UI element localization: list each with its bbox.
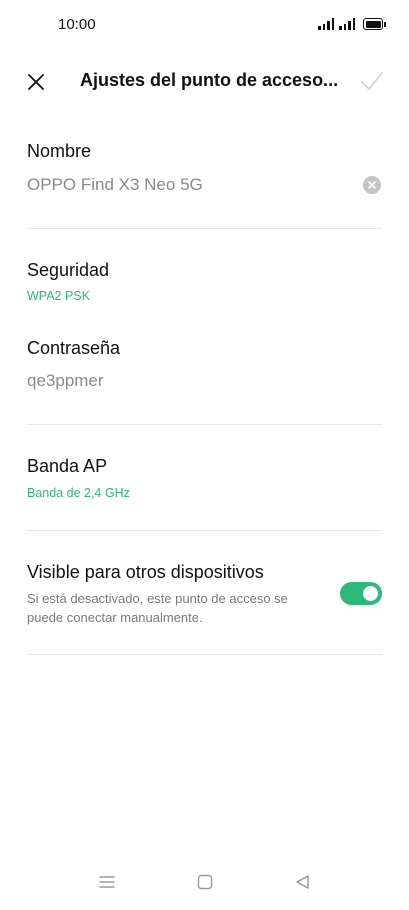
divider <box>27 530 382 531</box>
password-label: Contraseña <box>27 338 121 358</box>
signal-icon <box>339 18 355 30</box>
name-field[interactable]: OPPO Find X3 Neo 5G <box>27 175 203 195</box>
status-bar: 10:00 <box>0 0 409 50</box>
clear-icon[interactable] <box>363 176 381 194</box>
band-value[interactable]: Banda de 2,4 GHz <box>27 486 130 500</box>
status-icons <box>318 18 386 30</box>
signal-icon <box>318 18 334 30</box>
app-header: Ajustes del punto de acceso... <box>0 56 409 108</box>
page-title: Ajustes del punto de acceso... <box>80 70 339 90</box>
toggle-knob <box>363 586 378 601</box>
visible-label: Visible para otros dispositivos <box>27 562 264 582</box>
back-icon[interactable] <box>293 872 313 892</box>
home-icon[interactable] <box>195 872 215 892</box>
password-field[interactable]: qe3ppmer <box>27 371 104 391</box>
status-time: 10:00 <box>58 16 96 33</box>
security-value[interactable]: WPA2 PSK <box>27 289 90 303</box>
menu-icon[interactable] <box>97 872 117 892</box>
close-icon[interactable] <box>24 70 48 94</box>
divider <box>27 424 382 425</box>
navigation-bar <box>0 854 409 910</box>
divider <box>27 228 382 229</box>
visible-description: Si está desactivado, este punto de acces… <box>27 591 288 625</box>
check-icon[interactable] <box>359 68 385 94</box>
battery-icon <box>363 18 386 30</box>
name-label: Nombre <box>27 141 92 161</box>
security-label[interactable]: Seguridad <box>27 260 109 281</box>
visible-toggle[interactable] <box>340 582 382 605</box>
band-label[interactable]: Banda AP <box>27 456 107 477</box>
divider <box>27 654 382 655</box>
